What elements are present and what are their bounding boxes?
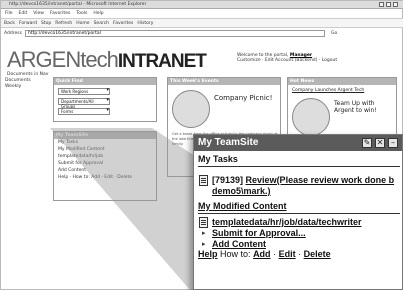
hot-news-headline[interactable]: Team Up with Argent to win! xyxy=(334,100,394,114)
divider xyxy=(198,213,400,214)
forward-button[interactable]: Forward xyxy=(19,19,37,27)
menu-tools[interactable]: Tools xyxy=(76,10,87,18)
add-link[interactable]: Add xyxy=(253,249,271,259)
small-teamsite-row[interactable]: templatedata/hr/job xyxy=(54,153,156,160)
menu-favorites[interactable]: Favorites xyxy=(50,10,70,18)
maximize-icon[interactable] xyxy=(386,2,391,7)
minimize-icon[interactable]: – xyxy=(388,138,398,148)
modified-item-link[interactable]: templatedata/hr/job/data/techwriter xyxy=(212,217,362,227)
edit-link[interactable]: Edit xyxy=(279,249,296,259)
quick-find-title: Quick Find xyxy=(54,78,156,85)
my-tasks-header: My Tasks xyxy=(198,154,238,164)
menu-edit[interactable]: Edit xyxy=(19,10,28,18)
hot-news-title: Hot News xyxy=(288,78,396,85)
article-title[interactable]: Company Picnic! xyxy=(214,94,272,102)
picnic-image xyxy=(172,90,210,128)
sub-nav[interactable]: Documents in Nav xyxy=(7,72,48,77)
separator: · xyxy=(273,249,277,259)
divider xyxy=(198,166,400,167)
work-regions-select[interactable]: Work Regions xyxy=(58,88,110,95)
menu-help[interactable]: Help xyxy=(93,10,103,18)
teamsite-controls: ✎ ✕ – xyxy=(362,138,398,148)
add-content-link[interactable]: Add Content xyxy=(212,239,266,249)
events-title: This Week's Events xyxy=(168,78,280,85)
hot-news-image xyxy=(292,98,330,136)
logo-part-c: INTRANET xyxy=(117,51,207,72)
favorites-button[interactable]: Favorites xyxy=(113,19,133,27)
search-button[interactable]: Search xyxy=(94,19,109,27)
task-link[interactable]: Review(Please review work done b xyxy=(246,175,395,185)
browser-toolbar: Back Forward Stop Refresh Home Search Fa… xyxy=(1,18,403,28)
close-icon[interactable]: ✕ xyxy=(375,138,385,148)
task-line-1[interactable]: [79139] Review(Please review work done b xyxy=(212,175,394,185)
window-controls xyxy=(379,2,398,7)
small-teamsite-row[interactable]: Help · How to: Add · Edit · Delete xyxy=(54,174,156,181)
address-input[interactable]: http://devco1635/intranet/portal xyxy=(25,30,325,37)
history-button[interactable]: History xyxy=(137,19,153,27)
teamsite-zoom-panel: My TeamSite ✎ ✕ – My Tasks [79139] Revie… xyxy=(193,134,403,290)
task-id: [79139] xyxy=(212,175,244,185)
logo-part-b: tech xyxy=(80,47,119,72)
welcome-text: Welcome to the portal, Manager Customize… xyxy=(237,53,337,63)
my-modified-content-header: My Modified Content xyxy=(198,201,287,211)
help-row: Help How to: Add · Edit · Delete xyxy=(198,249,331,259)
quick-find-panel: Quick Find Work Regions Departments/All … xyxy=(53,77,157,122)
small-teamsite-row: My Modified Content xyxy=(58,147,105,152)
how-to-label: How to: xyxy=(220,249,251,259)
departments-select[interactable]: Departments/All Groups xyxy=(58,98,110,109)
close-icon[interactable] xyxy=(393,2,398,7)
left-nav-item[interactable]: Weekly xyxy=(5,84,53,90)
hot-news-link[interactable]: Company Launches Argent Tech xyxy=(292,88,364,93)
stop-button[interactable]: Stop xyxy=(41,19,51,27)
small-teamsite-panel: My TeamSite My Tasks My Modified Content… xyxy=(53,131,157,201)
menu-view[interactable]: View xyxy=(33,10,44,18)
help-link[interactable]: Help xyxy=(198,249,218,259)
small-teamsite-title: My TeamSite xyxy=(54,132,156,139)
welcome-links[interactable]: Customize · Edit Account (Backend) · Log… xyxy=(237,58,337,63)
minimize-icon[interactable] xyxy=(379,2,384,7)
refresh-button[interactable]: Refresh xyxy=(55,19,72,27)
arrow-icon: ▸ xyxy=(202,240,206,248)
forms-select[interactable]: Forms xyxy=(58,108,110,115)
small-teamsite-row: My Tasks xyxy=(58,140,79,145)
intranet-logo: ARGENtechINTRANET xyxy=(7,47,207,73)
left-nav: Documents Weekly xyxy=(5,78,53,90)
document-icon xyxy=(199,217,208,228)
small-teamsite-row[interactable]: Add Content xyxy=(54,167,156,174)
go-button[interactable]: Go xyxy=(331,30,337,37)
arrow-icon: ▸ xyxy=(202,229,206,237)
document-icon xyxy=(199,175,208,186)
small-teamsite-row[interactable]: Submit for Approval xyxy=(54,160,156,167)
menu-file[interactable]: File xyxy=(5,10,13,18)
home-button[interactable]: Home xyxy=(76,19,89,27)
logo-part-a: ARGEN xyxy=(7,47,81,72)
task-line-2[interactable]: demo5\mark.) xyxy=(212,186,271,196)
edit-icon[interactable]: ✎ xyxy=(362,138,372,148)
separator: · xyxy=(298,249,302,259)
submit-for-approval-link[interactable]: Submit for Approval... xyxy=(212,228,306,238)
back-button[interactable]: Back xyxy=(4,19,15,27)
delete-link[interactable]: Delete xyxy=(304,249,331,259)
menu-bar: File Edit View Favorites Tools Help xyxy=(1,10,403,18)
window-title: http://devco1635/intranet/portal - Micro… xyxy=(1,1,403,9)
